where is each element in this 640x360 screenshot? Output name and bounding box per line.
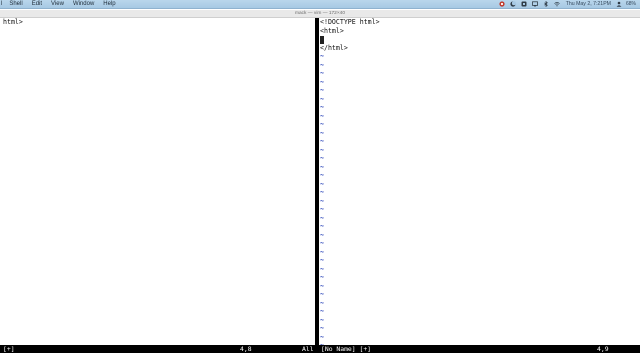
bluetooth-icon[interactable] [543, 0, 549, 8]
empty-line-tilde: ~ [320, 154, 324, 162]
battery-percent[interactable]: 68% [626, 1, 636, 7]
empty-line-tilde: ~ [320, 60, 324, 69]
empty-line-tilde: ~ [320, 239, 324, 247]
moon-icon[interactable] [510, 1, 516, 7]
empty-line-tilde: ~ [320, 120, 324, 128]
empty-line-tilde: ~ [320, 162, 324, 171]
menubar-clock[interactable]: Thu May 2, 7:21PM [566, 1, 611, 7]
editor-line: html> [3, 18, 23, 26]
empty-line-tilde: ~ [320, 230, 324, 239]
statusline-right: [No Name] [+] 4,9 [319, 345, 640, 353]
menu-shell[interactable]: Shell [9, 0, 22, 9]
app-menu[interactable]: l [1, 0, 2, 9]
empty-line-tilde: ~ [320, 86, 324, 94]
empty-line-tilde: ~ [320, 77, 324, 86]
empty-line-tilde: ~ [320, 111, 324, 120]
empty-line-tilde: ~ [320, 205, 324, 213]
text-cursor [320, 36, 324, 44]
statusline-left-filename: [+] [3, 345, 15, 353]
empty-line-tilde: ~ [320, 324, 324, 332]
window-title-bar[interactable]: mack — vim — 172×40 [0, 10, 640, 18]
screen-icon[interactable] [531, 1, 538, 7]
empty-line-tilde: ~ [320, 103, 324, 111]
wifi-icon[interactable] [553, 1, 560, 7]
menu-view[interactable]: View [51, 0, 64, 9]
empty-line-tilde: ~ [320, 281, 324, 290]
statusline-right-position: 4,9 [597, 345, 609, 353]
empty-line-tilde: ~ [320, 52, 324, 60]
vim-right-pane[interactable]: <!DOCTYPE html> <html> </html> ~ ~ ~ ~ ~ ~ ~ ~ ~ ~ ~ ~… [319, 18, 640, 345]
empty-line-tilde: ~ [320, 273, 324, 281]
empty-line-tilde: ~ [320, 264, 324, 273]
statusline-left-scroll: All [302, 345, 314, 353]
empty-line-tilde: ~ [320, 332, 324, 341]
menu-window[interactable]: Window [73, 0, 94, 9]
empty-line-tilde: ~ [320, 307, 324, 315]
menu-bar: l Shell Edit View Window Help Thu May 2,… [0, 0, 640, 9]
empty-line-tilde: ~ [320, 179, 324, 188]
empty-line-tilde: ~ [320, 69, 324, 77]
statusline-left-position: 4,8 [240, 345, 252, 353]
empty-line-tilde: ~ [320, 196, 324, 205]
menu-help[interactable]: Help [103, 0, 115, 9]
window-title: mack — vim — 172×40 [295, 11, 345, 16]
editor-line: <!DOCTYPE html> [320, 18, 380, 26]
empty-line-tilde: ~ [320, 222, 324, 230]
volume-icon[interactable] [521, 1, 527, 7]
empty-line-tilde: ~ [320, 128, 324, 137]
empty-line-tilde: ~ [320, 171, 324, 179]
vim-left-pane[interactable]: html> [0, 18, 315, 345]
empty-line-tilde: ~ [320, 298, 324, 307]
status-area: Thu May 2, 7:21PM 68% [494, 0, 640, 9]
empty-line-tilde: ~ [320, 256, 324, 264]
record-icon[interactable] [499, 1, 505, 7]
empty-line-tilde: ~ [320, 213, 324, 222]
statusline-right-filename: [No Name] [+] [321, 345, 372, 353]
editor-line: <html> [320, 26, 344, 35]
empty-line-tilde: ~ [320, 290, 324, 298]
empty-line-tilde: ~ [320, 137, 324, 145]
empty-line-tilde: ~ [320, 94, 324, 103]
editor-line: </html> [320, 43, 348, 52]
empty-line-tilde: ~ [320, 188, 324, 196]
empty-line-tilde: ~ [320, 315, 324, 324]
empty-line-tilde: ~ [320, 145, 324, 154]
statusline-left: [+] 4,8 All [0, 345, 319, 353]
user-icon[interactable] [616, 1, 622, 7]
empty-line-tilde: ~ [320, 247, 324, 256]
command-line[interactable] [0, 353, 640, 360]
menu-edit[interactable]: Edit [32, 0, 42, 9]
